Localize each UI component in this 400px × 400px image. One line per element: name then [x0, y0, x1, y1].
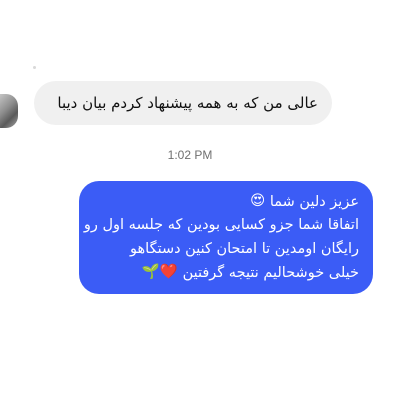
read-indicator-dot: [33, 66, 36, 69]
outgoing-line-3: رایگان اومدین تا امتحان کنین دستگاهو: [130, 240, 359, 257]
outgoing-line-1-text: عزیز دلین شما: [269, 193, 359, 210]
incoming-message-text: عالی من که به همه پیشنهاد کردم بیان دیبا: [57, 94, 318, 112]
incoming-message-bubble[interactable]: عالی من که به همه پیشنهاد کردم بیان دیبا: [34, 81, 332, 125]
heart-eyes-emoji-icon: 😍: [250, 192, 266, 209]
outgoing-line-2: اتفاقا شما جزو کسایی بودین که جلسه اول ر…: [83, 217, 359, 233]
outgoing-line-4: خیلی خوشحالیم نتیجه گرفتین ❤️🌱: [91, 261, 359, 285]
outgoing-line-4-text: خیلی خوشحالیم نتیجه گرفتین: [182, 264, 359, 281]
outgoing-message-bubble[interactable]: عزیز دلین شما 😍 اتفاقا شما جزو کسایی بود…: [79, 181, 373, 294]
heart-seedling-emoji-icon: ❤️🌱: [141, 264, 178, 280]
outgoing-line-1: عزیز دلین شما 😍: [91, 190, 359, 214]
chat-thread: عالی من که به همه پیشنهاد کردم بیان دیبا…: [0, 0, 400, 400]
message-timestamp: 1:02 PM: [167, 148, 213, 162]
contact-avatar[interactable]: [0, 94, 18, 128]
